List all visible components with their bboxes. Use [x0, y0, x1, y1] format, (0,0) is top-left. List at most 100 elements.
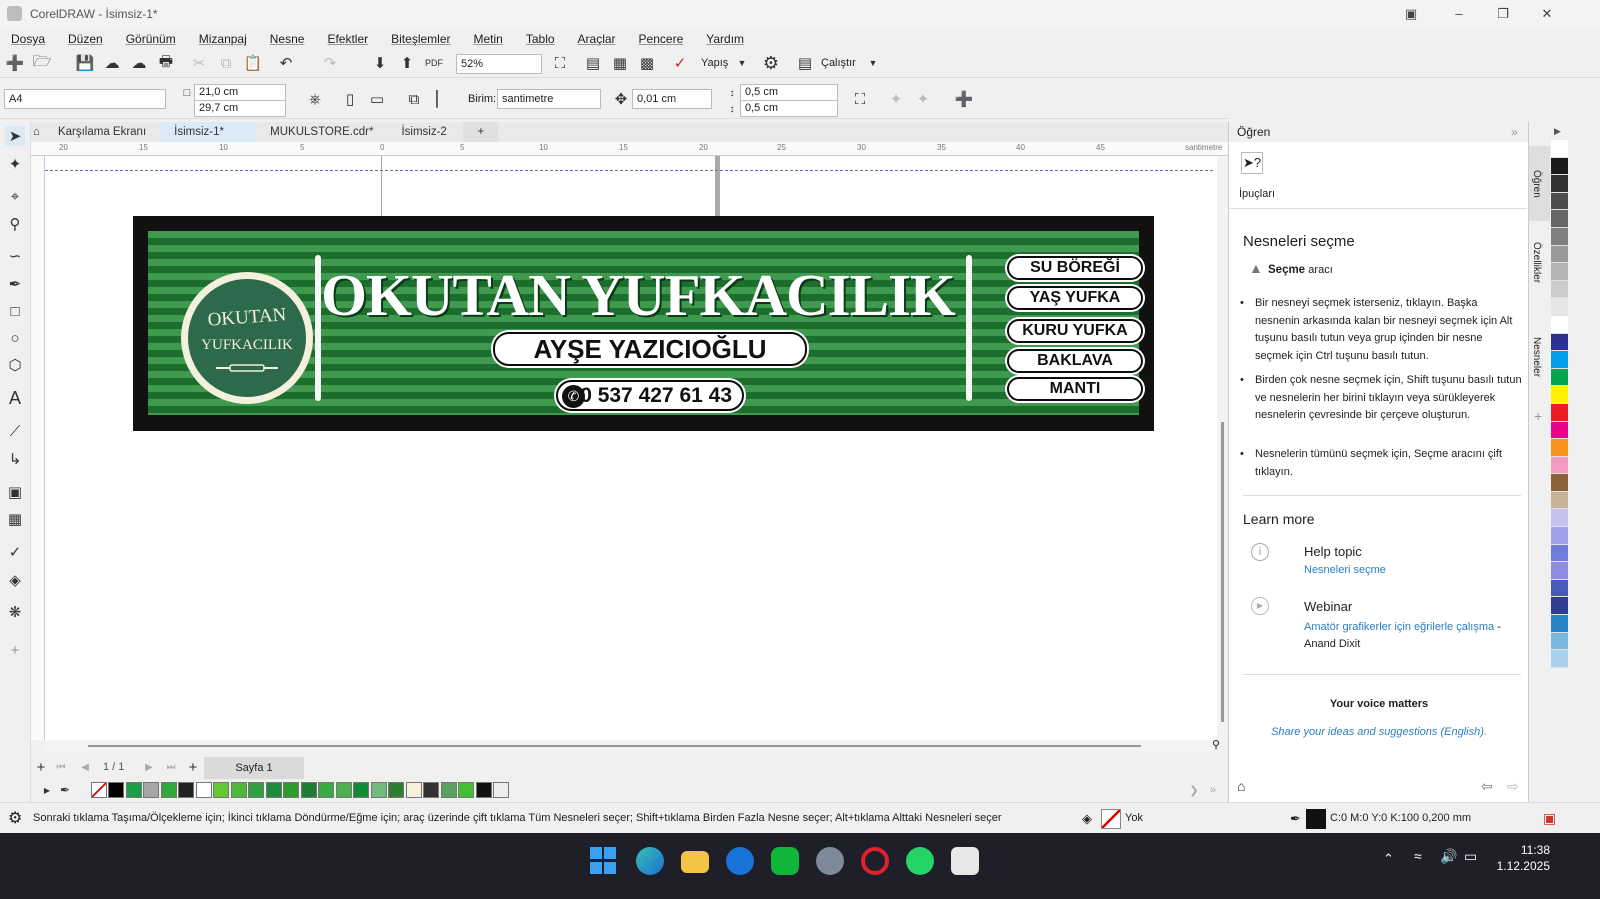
- eyedropper-icon[interactable]: ✒: [55, 780, 75, 800]
- help-topic-link[interactable]: Nesneleri seçme: [1304, 564, 1386, 576]
- settings-icon[interactable]: [816, 847, 844, 875]
- last-page-icon[interactable]: ⏭: [161, 757, 181, 777]
- vertical-ruler[interactable]: [31, 156, 45, 740]
- snap-label[interactable]: Yapış: [701, 57, 728, 69]
- palette-swatch[interactable]: [125, 782, 142, 798]
- portrait-icon[interactable]: ▯: [340, 89, 360, 109]
- color-swatch[interactable]: [1551, 386, 1568, 404]
- color-swatch[interactable]: [1551, 509, 1568, 528]
- color-swatch[interactable]: [1551, 210, 1568, 228]
- palette-swatch[interactable]: [318, 782, 334, 798]
- add-page-icon[interactable]: +: [31, 757, 51, 777]
- sign-banner[interactable]: OKUTAN YUFKACILIK OKUTAN YUFKACILIK AYŞE…: [133, 216, 1154, 431]
- pdf-icon[interactable]: PDF: [424, 53, 444, 73]
- tips-label[interactable]: İpuçları: [1239, 188, 1275, 200]
- palette-swatch[interactable]: [405, 782, 422, 798]
- battery-icon[interactable]: ▭: [1464, 848, 1477, 865]
- product-yas-yufka[interactable]: YAŞ YUFKA: [1007, 286, 1143, 310]
- palette-swatch[interactable]: [248, 782, 264, 798]
- palette-arrow-icon[interactable]: ▶: [1554, 126, 1561, 137]
- print-icon[interactable]: 🖶: [156, 53, 176, 73]
- palette-swatch[interactable]: [143, 782, 159, 798]
- color-swatch[interactable]: [1551, 421, 1568, 440]
- export-icon[interactable]: ⬆: [397, 53, 417, 73]
- duplicate-y-field[interactable]: 0,5 cm: [740, 100, 838, 117]
- docker-tab-properties-label[interactable]: Özellikler: [1531, 242, 1542, 283]
- color-swatch[interactable]: [1551, 175, 1568, 193]
- open-folder-icon[interactable]: 🗁: [32, 53, 52, 73]
- phone-number[interactable]: ✆ 0 537 427 61 43: [556, 380, 744, 411]
- artistic-media-icon[interactable]: ✒: [5, 274, 25, 294]
- landscape-icon[interactable]: ▭: [367, 89, 387, 109]
- owner-name[interactable]: AYŞE YAZICIOĞLU: [493, 332, 807, 366]
- color-swatch[interactable]: [1551, 351, 1568, 369]
- horizontal-ruler[interactable]: 20 15 10 5 0 5 10 15 20 25 30 35 40 45 s…: [31, 142, 1228, 156]
- ellipse-tool-icon[interactable]: ○: [5, 328, 25, 348]
- import-icon[interactable]: ⬇: [370, 53, 390, 73]
- color-swatch[interactable]: [1551, 227, 1568, 246]
- tab-isimsiz-2[interactable]: İsimsiz-2: [387, 122, 463, 142]
- prev-page-icon[interactable]: ◀: [75, 757, 95, 777]
- no-color-swatch[interactable]: [91, 782, 107, 798]
- cloud-sync-icon[interactable]: ☁: [129, 53, 149, 73]
- color-swatch[interactable]: [1551, 615, 1568, 633]
- color-swatch[interactable]: [1551, 315, 1568, 334]
- text-tool-icon[interactable]: A: [5, 388, 25, 408]
- color-swatch[interactable]: [1551, 527, 1568, 545]
- rectangle-tool-icon[interactable]: □: [5, 301, 25, 321]
- product-baklava[interactable]: BAKLAVA: [1007, 349, 1143, 373]
- palette-swatch[interactable]: [230, 782, 247, 798]
- add-page-after-icon[interactable]: +: [183, 757, 203, 777]
- clock-date[interactable]: 1.12.2025: [1488, 859, 1550, 873]
- cloud-upload-icon[interactable]: ☁: [102, 53, 122, 73]
- docker-tab-objects-label[interactable]: Nesneler: [1531, 337, 1542, 377]
- palette-swatch[interactable]: [195, 782, 212, 798]
- menu-tablo[interactable]: Tablo: [526, 32, 555, 46]
- current-page-icon[interactable]: ▏: [432, 89, 452, 109]
- striped-background[interactable]: OKUTAN YUFKACILIK OKUTAN YUFKACILIK AYŞE…: [148, 231, 1143, 415]
- account-icon[interactable]: ▣: [1396, 4, 1426, 24]
- all-pages-icon[interactable]: ⧉: [404, 89, 424, 109]
- scroll-thumb[interactable]: [88, 745, 1141, 747]
- business-name[interactable]: OKUTAN YUFKACILIK: [318, 261, 958, 330]
- eyedropper-icon[interactable]: ✓: [5, 542, 25, 562]
- tab-welcome[interactable]: Karşılama Ekranı: [44, 122, 160, 142]
- add-icon[interactable]: ➕: [954, 89, 974, 109]
- zoom-tool-icon[interactable]: ⚲: [5, 214, 25, 234]
- palette-swatch[interactable]: [370, 782, 387, 798]
- edge-browser-icon[interactable]: [636, 847, 664, 875]
- next-page-icon[interactable]: ▶: [139, 757, 159, 777]
- play-icon[interactable]: ▶: [37, 780, 57, 800]
- cut-icon[interactable]: ✂: [189, 53, 209, 73]
- close-button[interactable]: ✕: [1532, 4, 1562, 24]
- page-border-icon[interactable]: ⛶: [850, 89, 870, 109]
- scroll-right-icon[interactable]: ❯: [1184, 780, 1204, 800]
- color-swatch[interactable]: [1551, 140, 1568, 158]
- palette-swatch[interactable]: [440, 782, 457, 798]
- dimension-tool-icon[interactable]: ⟋: [5, 421, 25, 441]
- copy-icon[interactable]: ⧉: [216, 53, 236, 73]
- first-page-icon[interactable]: ⏮: [51, 757, 71, 777]
- color-swatch[interactable]: [1551, 192, 1568, 211]
- color-swatch[interactable]: [1551, 456, 1568, 475]
- collapse-icon[interactable]: »: [1511, 122, 1518, 142]
- home-icon[interactable]: ⌂: [31, 122, 44, 142]
- page-width-field[interactable]: 21,0 cm: [194, 84, 286, 101]
- fill-tool-icon[interactable]: ◈: [5, 570, 25, 590]
- color-swatch[interactable]: [1551, 597, 1568, 616]
- wifi-icon[interactable]: ≈: [1414, 848, 1422, 864]
- product-manti[interactable]: MANTI: [1007, 377, 1143, 401]
- zoom-icon[interactable]: ⚲: [1212, 738, 1220, 751]
- new-tab-icon[interactable]: +: [463, 122, 499, 142]
- menu-bitesmler[interactable]: Biteşlemler: [391, 32, 450, 46]
- shape-tool-icon[interactable]: ✦: [5, 154, 25, 174]
- menu-metin[interactable]: Metin: [474, 32, 503, 46]
- color-swatch[interactable]: [1551, 403, 1568, 422]
- chevron-down-icon[interactable]: ▼: [732, 53, 752, 73]
- duplicate-x-field[interactable]: 0,5 cm: [740, 84, 838, 101]
- whatsapp-icon[interactable]: [906, 847, 934, 875]
- add-tool-icon[interactable]: +: [5, 640, 25, 660]
- guideline[interactable]: [45, 170, 1213, 171]
- connector-tool-icon[interactable]: ↳: [5, 449, 25, 469]
- palette-swatch[interactable]: [388, 782, 404, 798]
